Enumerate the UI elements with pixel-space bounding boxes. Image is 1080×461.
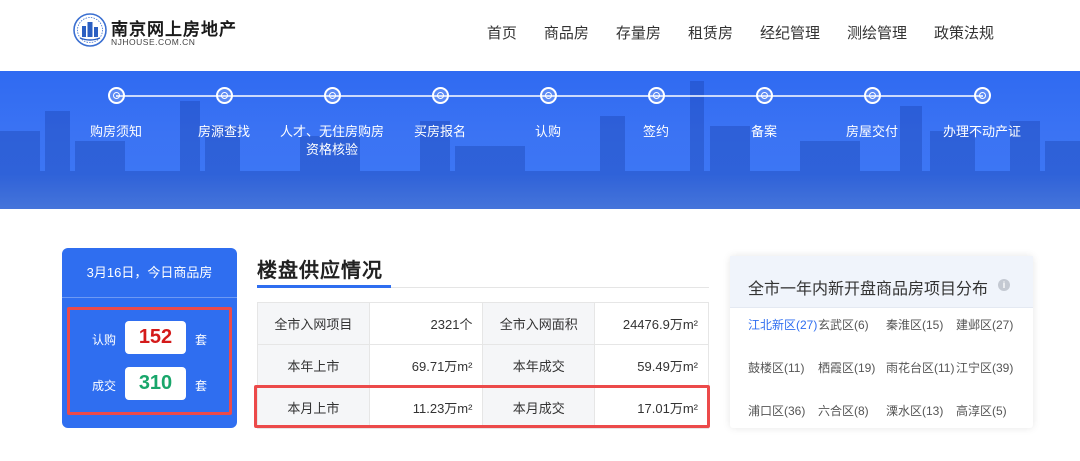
step-label: 备案: [750, 124, 777, 139]
step-label: 办理不动产证: [942, 124, 1021, 139]
district-link[interactable]: 溧水区(13): [886, 402, 943, 419]
logo-emblem-icon: [73, 13, 107, 47]
table-key-cell: 本年成交: [482, 344, 596, 387]
district-link[interactable]: 建邺区(27): [956, 316, 1013, 333]
step-handover[interactable]: 房屋交付: [817, 87, 927, 141]
distribution-title: 全市一年内新开盘商品房项目分布: [748, 281, 989, 298]
highlight-box-monthly: [254, 385, 710, 428]
step-property-certificate[interactable]: 办理不动产证: [927, 87, 1037, 141]
nav-new-homes[interactable]: 商品房: [544, 22, 589, 43]
step-label: 房屋交付: [845, 124, 898, 139]
daily-date-text: 3月16日，今日商品房: [62, 248, 237, 298]
step-circle-icon: [647, 87, 665, 104]
district-link[interactable]: 高淳区(5): [956, 402, 1007, 419]
step-registration[interactable]: 买房报名: [385, 87, 495, 141]
district-link[interactable]: 江宁区(39): [956, 359, 1013, 376]
nav-resale-homes[interactable]: 存量房: [616, 22, 661, 43]
step-circle-icon: [215, 87, 233, 104]
step-listing-search[interactable]: 房源查找: [169, 87, 279, 141]
distribution-header: 全市一年内新开盘商品房项目分布 i: [730, 256, 1033, 308]
highlight-box-daily: [67, 307, 232, 415]
step-signing[interactable]: 签约: [601, 87, 711, 141]
step-circle-icon: [863, 87, 881, 104]
step-label: 购房须知: [89, 124, 142, 139]
table-row: 全市入网项目 2321个 全市入网面积 24476.9万m²: [257, 302, 709, 345]
step-subscription[interactable]: 认购: [493, 87, 603, 141]
logo-subtitle: NJHOUSE.COM.CN: [111, 37, 196, 47]
step-circle-icon: [973, 87, 991, 104]
supply-section-title: 楼盘供应情况: [257, 260, 383, 282]
step-circle-icon: [431, 87, 449, 104]
table-key-cell: 全市入网项目: [257, 302, 370, 345]
process-banner: 购房须知 房源查找 人才、无住房购房 资格核验 买房报名 认购 签约 备案 房屋…: [0, 71, 1080, 209]
step-circle-icon: [539, 87, 557, 104]
district-link[interactable]: 雨花台区(11): [886, 359, 954, 376]
district-link[interactable]: 鼓楼区(11): [748, 359, 804, 376]
nav-broker-management[interactable]: 经纪管理: [760, 22, 820, 43]
step-label: 房源查找: [197, 124, 250, 139]
step-label: 签约: [642, 124, 669, 139]
district-link[interactable]: 秦淮区(15): [886, 316, 943, 333]
step-circle-icon: [323, 87, 341, 104]
table-value-cell: 2321个: [368, 302, 484, 345]
district-link[interactable]: 栖霞区(19): [818, 359, 875, 376]
nav-policies[interactable]: 政策法规: [934, 22, 994, 43]
district-link[interactable]: 玄武区(6): [818, 316, 869, 333]
section-title-underline: [257, 285, 391, 288]
site-header: 南京网上房地产 NJHOUSE.COM.CN 首页 商品房 存量房 租赁房 经纪…: [0, 0, 1080, 71]
district-link[interactable]: 浦口区(36): [748, 402, 805, 419]
table-key-cell: 本年上市: [257, 344, 370, 387]
table-key-cell: 全市入网面积: [482, 302, 596, 345]
main-nav: 首页 商品房 存量房 租赁房 经纪管理 测绘管理 政策法规: [487, 22, 994, 43]
table-value-cell: 24476.9万m²: [594, 302, 709, 345]
nav-home[interactable]: 首页: [487, 22, 517, 43]
step-circle-icon: [107, 87, 125, 104]
district-link[interactable]: 六合区(8): [818, 402, 869, 419]
step-label: 人才、无住房购房 资格核验: [279, 124, 384, 157]
district-link[interactable]: 江北新区(27): [748, 316, 817, 333]
table-row: 本年上市 69.71万m² 本年成交 59.49万m²: [257, 344, 709, 387]
step-circle-icon: [755, 87, 773, 104]
step-purchase-notice[interactable]: 购房须知: [61, 87, 171, 141]
nav-survey-management[interactable]: 测绘管理: [847, 22, 907, 43]
step-label: 认购: [534, 124, 561, 139]
site-logo[interactable]: 南京网上房地产 NJHOUSE.COM.CN: [73, 13, 243, 53]
nav-rental-homes[interactable]: 租赁房: [688, 22, 733, 43]
info-icon[interactable]: i: [998, 279, 1010, 291]
step-filing[interactable]: 备案: [709, 87, 819, 141]
step-label: 买房报名: [413, 124, 466, 139]
step-qualification-check[interactable]: 人才、无住房购房 资格核验: [277, 87, 387, 159]
table-value-cell: 69.71万m²: [368, 344, 484, 387]
table-value-cell: 59.49万m²: [594, 344, 709, 387]
district-distribution-card: 全市一年内新开盘商品房项目分布 i 江北新区(27) 玄武区(6) 秦淮区(15…: [730, 256, 1033, 428]
